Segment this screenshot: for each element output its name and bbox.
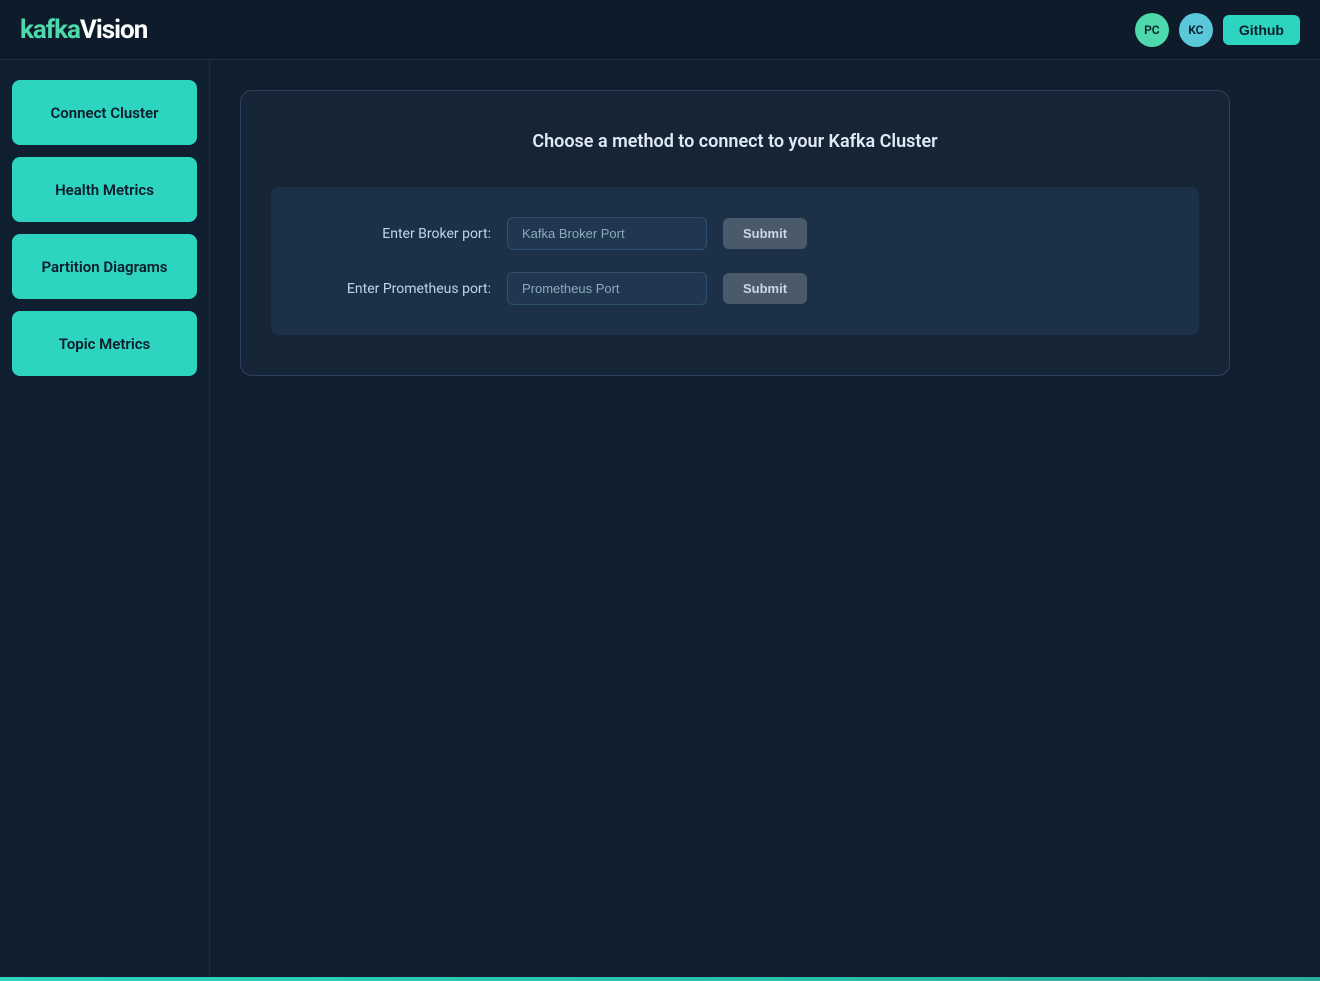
sidebar-item-partition-diagrams[interactable]: Partition Diagrams [12, 234, 197, 299]
sidebar-item-topic-metrics[interactable]: Topic Metrics [12, 311, 197, 376]
prometheus-port-label: Enter Prometheus port: [311, 281, 491, 297]
connection-form: Enter Broker port: Submit Enter Promethe… [271, 187, 1199, 335]
sidebar: Connect Cluster Health Metrics Partition… [0, 60, 210, 977]
prometheus-submit-button[interactable]: Submit [723, 273, 807, 304]
bottom-bar [0, 977, 1320, 981]
sidebar-item-health-metrics[interactable]: Health Metrics [12, 157, 197, 222]
header-right: PC KC Github [1135, 13, 1300, 47]
sidebar-item-partition-diagrams-label: Partition Diagrams [41, 258, 167, 276]
logo-kafka: kafka [20, 15, 80, 45]
broker-port-input[interactable] [507, 217, 707, 250]
main-layout: Connect Cluster Health Metrics Partition… [0, 60, 1320, 977]
prometheus-port-row: Enter Prometheus port: Submit [311, 272, 1159, 305]
avatar-kc: KC [1179, 13, 1213, 47]
sidebar-item-topic-metrics-label: Topic Metrics [59, 335, 151, 353]
sidebar-item-connect-cluster-label: Connect Cluster [50, 104, 158, 122]
prometheus-port-input[interactable] [507, 272, 707, 305]
sidebar-item-health-metrics-label: Health Metrics [55, 181, 154, 199]
connection-card: Choose a method to connect to your Kafka… [240, 90, 1230, 376]
sidebar-item-connect-cluster[interactable]: Connect Cluster [12, 80, 197, 145]
connection-card-title: Choose a method to connect to your Kafka… [271, 131, 1199, 152]
avatar-pc: PC [1135, 13, 1169, 47]
broker-submit-button[interactable]: Submit [723, 218, 807, 249]
header: kafkaVision PC KC Github [0, 0, 1320, 60]
broker-port-row: Enter Broker port: Submit [311, 217, 1159, 250]
github-button[interactable]: Github [1223, 15, 1300, 45]
broker-port-label: Enter Broker port: [311, 226, 491, 242]
content-area: Choose a method to connect to your Kafka… [210, 60, 1320, 977]
logo: kafkaVision [20, 15, 147, 45]
logo-vision: Vision [80, 15, 147, 45]
